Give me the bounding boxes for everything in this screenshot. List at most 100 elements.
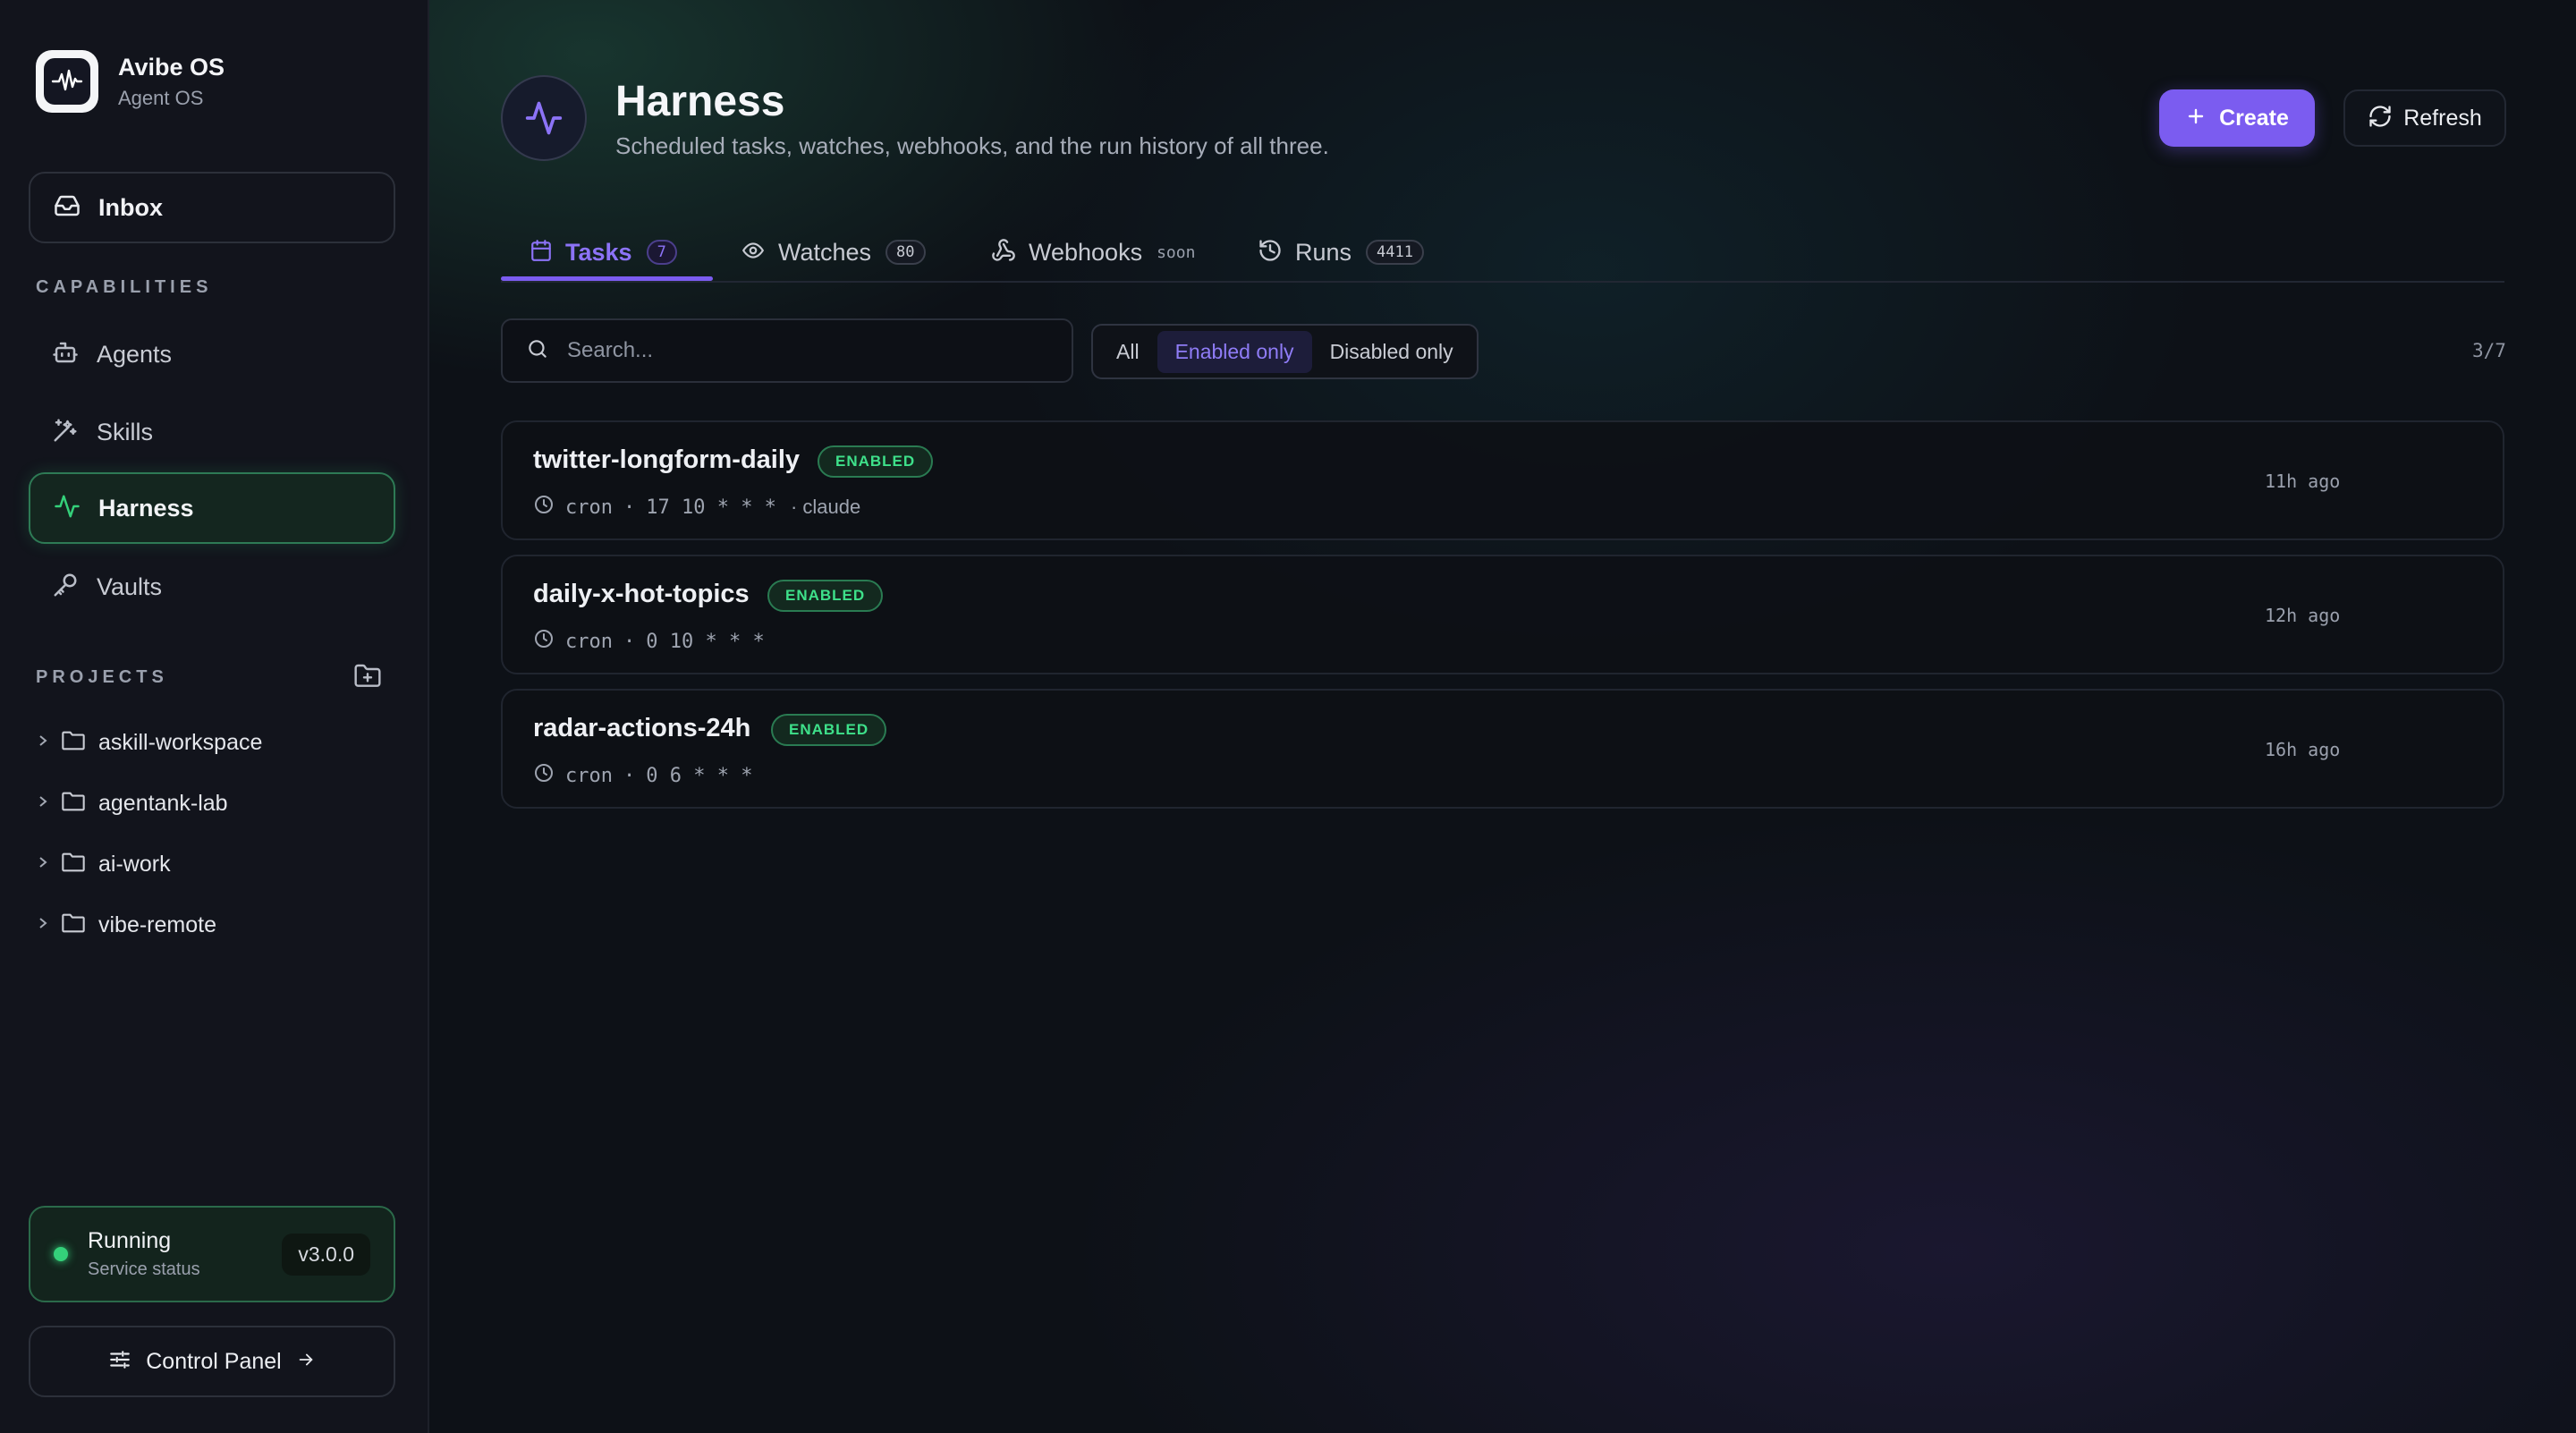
- clock-icon: [533, 628, 555, 655]
- sidebar-item-harness[interactable]: Harness: [29, 472, 395, 544]
- refresh-button[interactable]: Refresh: [2343, 89, 2506, 147]
- brand[interactable]: Avibe OS Agent OS: [36, 50, 225, 113]
- version-badge: v3.0.0: [282, 1233, 370, 1276]
- eye-icon: [741, 239, 766, 267]
- sidebar-item-label: Agents: [97, 340, 173, 368]
- filter-all[interactable]: All: [1098, 331, 1157, 373]
- status-subtitle: Service status: [88, 1259, 200, 1279]
- search-icon: [526, 337, 549, 365]
- chevron-right-icon: [36, 732, 50, 754]
- filter-enabled-only[interactable]: Enabled only: [1157, 330, 1312, 373]
- folder-icon: [61, 852, 86, 878]
- service-status-card[interactable]: Running Service status v3.0.0: [29, 1206, 395, 1302]
- plus-icon: [2185, 106, 2207, 131]
- app-logo-icon: [36, 50, 98, 113]
- last-run-time: 12h ago: [2265, 605, 2341, 626]
- chevron-right-icon: [36, 793, 50, 815]
- task-name: radar-actions-24h: [533, 714, 751, 742]
- create-button[interactable]: Create: [2159, 89, 2315, 147]
- clock-icon: [533, 762, 555, 789]
- status-badge: ENABLED: [771, 714, 887, 746]
- cron-expression: 17 10 * * *: [646, 496, 776, 519]
- tab-label: Runs: [1295, 238, 1352, 266]
- create-label: Create: [2219, 105, 2289, 131]
- projects-title: PROJECTS: [36, 667, 168, 687]
- arrow-right-icon: [296, 1350, 316, 1374]
- task-row[interactable]: twitter-longform-daily ENABLED cron · 17…: [501, 420, 2504, 540]
- project-label: askill-workspace: [98, 729, 263, 755]
- refresh-label: Refresh: [2403, 105, 2482, 131]
- last-run-time: 11h ago: [2265, 471, 2341, 492]
- project-item-vibe-remote[interactable]: vibe-remote: [36, 907, 216, 943]
- task-schedule: cron · 0 10 * * *: [533, 628, 765, 655]
- chevron-right-icon: [36, 914, 50, 937]
- webhook-icon: [991, 238, 1016, 267]
- sidebar-item-skills[interactable]: Skills: [29, 396, 395, 468]
- sidebar-item-label: Skills: [97, 418, 154, 445]
- task-name: daily-x-hot-topics: [533, 580, 750, 608]
- task-owner: · claude: [790, 496, 861, 518]
- refresh-icon: [2368, 104, 2393, 133]
- chevron-right-icon: [36, 853, 50, 876]
- schedule-kind: cron: [565, 630, 613, 653]
- activity-icon: [54, 493, 80, 524]
- schedule-separator: ·: [623, 496, 636, 519]
- task-row[interactable]: radar-actions-24h ENABLED cron · 0 6 * *…: [501, 689, 2504, 809]
- cron-expression: 0 6 * * *: [646, 764, 753, 787]
- control-panel-label: Control Panel: [146, 1348, 282, 1374]
- tab-label: Watches: [778, 238, 872, 266]
- project-item-ai-work[interactable]: ai-work: [36, 846, 171, 882]
- schedule-kind: cron: [565, 496, 613, 519]
- tab-count-badge: 4411: [1366, 240, 1424, 265]
- capabilities-title: CAPABILITIES: [36, 277, 213, 297]
- inbox-icon: [54, 192, 80, 224]
- key-icon: [52, 572, 79, 603]
- cron-expression: 0 10 * * *: [646, 630, 765, 653]
- sidebar-item-vaults[interactable]: Vaults: [29, 551, 395, 623]
- history-icon: [1258, 238, 1283, 267]
- folder-icon: [61, 912, 86, 938]
- inbox-button[interactable]: Inbox: [29, 172, 395, 243]
- folder-icon: [61, 730, 86, 756]
- last-run-time: 16h ago: [2265, 739, 2341, 760]
- task-row[interactable]: daily-x-hot-topics ENABLED cron · 0 10 *…: [501, 555, 2504, 674]
- sliders-icon: [108, 1348, 131, 1376]
- status-filter: All Enabled only Disabled only: [1091, 324, 1479, 379]
- tab-tasks[interactable]: Tasks 7: [530, 222, 677, 283]
- activity-icon: [501, 75, 587, 161]
- clock-icon: [533, 494, 555, 521]
- tab-soon-note: soon: [1157, 242, 1196, 262]
- project-item-agentank-lab[interactable]: agentank-lab: [36, 785, 228, 821]
- calendar-icon: [530, 239, 553, 267]
- search-input[interactable]: [565, 337, 1052, 364]
- sidebar-item-agents[interactable]: Agents: [29, 318, 395, 390]
- control-panel-button[interactable]: Control Panel: [29, 1326, 395, 1397]
- project-label: vibe-remote: [98, 912, 216, 937]
- status-badge: ENABLED: [818, 445, 934, 478]
- main-content: Harness Scheduled tasks, watches, webhoo…: [429, 0, 2576, 1433]
- project-item-askill-workspace[interactable]: askill-workspace: [36, 725, 262, 760]
- tab-watches[interactable]: Watches 80: [741, 222, 926, 283]
- task-name: twitter-longform-daily: [533, 445, 801, 474]
- sidebar-item-label: Vaults: [97, 572, 163, 600]
- inbox-label: Inbox: [98, 193, 163, 221]
- tab-label: Webhooks: [1029, 238, 1143, 266]
- tab-count-badge: 7: [646, 240, 677, 265]
- tab-webhooks[interactable]: Webhooks soon: [991, 222, 1195, 283]
- brand-name: Avibe OS: [118, 53, 225, 81]
- brand-subtitle: Agent OS: [118, 86, 204, 109]
- bot-icon: [52, 339, 79, 370]
- search-box[interactable]: [501, 318, 1073, 383]
- status-badge: ENABLED: [767, 580, 884, 612]
- status-dot-icon: [54, 1247, 68, 1261]
- filter-disabled-only[interactable]: Disabled only: [1312, 331, 1471, 373]
- sidebar: Avibe OS Agent OS Inbox CAPABILITIES Age…: [0, 0, 429, 1433]
- schedule-separator: ·: [623, 630, 636, 653]
- new-folder-icon[interactable]: [352, 662, 383, 695]
- status-title: Running: [88, 1228, 172, 1253]
- tab-runs[interactable]: Runs 4411: [1258, 222, 1424, 283]
- active-tab-indicator: [501, 276, 713, 281]
- task-schedule: cron · 0 6 * * *: [533, 762, 752, 789]
- project-label: agentank-lab: [98, 790, 228, 816]
- sidebar-item-label: Harness: [98, 494, 194, 521]
